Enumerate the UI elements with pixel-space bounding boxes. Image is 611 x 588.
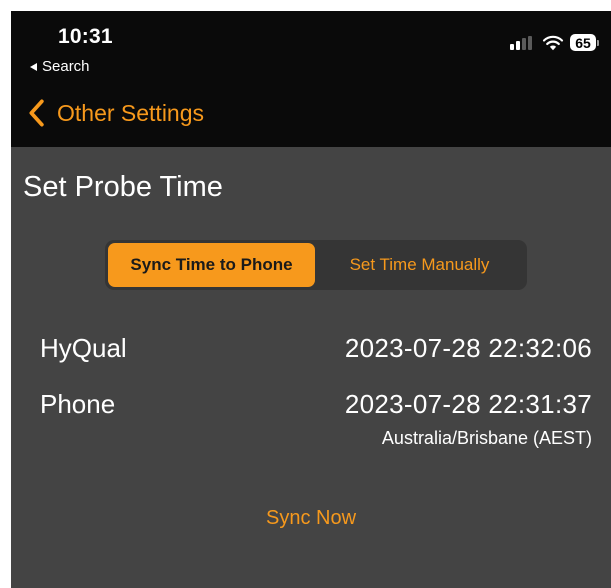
cellular-signal-icon bbox=[510, 35, 534, 50]
wifi-icon bbox=[542, 35, 564, 51]
segment-sync-time-to-phone[interactable]: Sync Time to Phone bbox=[108, 243, 315, 287]
device-time-value: 2023-07-28 22:32:06 bbox=[344, 333, 592, 363]
back-to-search-label: Search bbox=[42, 58, 90, 75]
back-button-label: Other Settings bbox=[57, 99, 205, 126]
top-bar: 10:31 Search 65 Other Settings bbox=[11, 11, 611, 147]
phone-time-value: 2023-07-28 22:31:37 bbox=[344, 389, 592, 419]
phone-time-label: Phone bbox=[40, 389, 116, 419]
back-to-search-link[interactable]: Search bbox=[30, 58, 90, 75]
back-triangle-icon bbox=[30, 62, 37, 71]
page-title: Set Probe Time bbox=[23, 171, 223, 203]
sync-now-button[interactable]: Sync Now bbox=[11, 507, 611, 530]
timezone-label: Australia/Brisbane (AEST) bbox=[381, 428, 592, 448]
status-time: 10:31 bbox=[58, 25, 113, 48]
app-screen: 10:31 Search 65 Other Settings Set Probe… bbox=[11, 11, 611, 588]
segment-set-time-manually[interactable]: Set Time Manually bbox=[315, 243, 524, 287]
sync-mode-selector: Sync Time to Phone Set Time Manually bbox=[105, 240, 527, 290]
chevron-left-icon bbox=[29, 99, 44, 127]
battery-level: 65 bbox=[570, 34, 596, 51]
battery-icon: 65 bbox=[570, 34, 599, 51]
device-time-label: HyQual bbox=[40, 333, 127, 363]
back-button[interactable]: Other Settings bbox=[27, 99, 204, 127]
status-icons: 65 bbox=[510, 34, 599, 51]
